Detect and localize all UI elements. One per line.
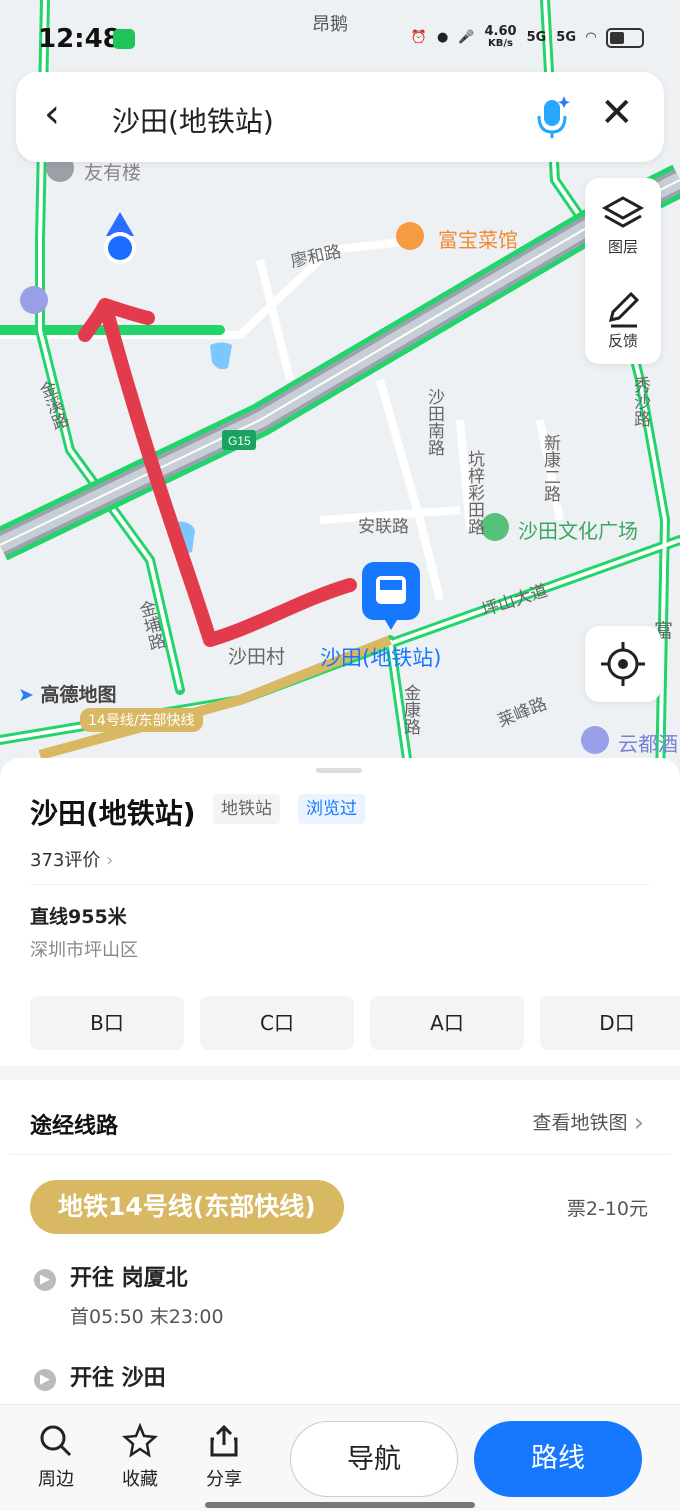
home-indicator[interactable]	[205, 1502, 475, 1508]
nearby-label: 周边	[38, 1469, 74, 1490]
map-label: 沙田南路	[424, 388, 444, 456]
section-title: 途经线路	[30, 1114, 119, 1139]
close-icon[interactable]: ✕	[600, 90, 634, 136]
poi-label-culture-square[interactable]: 沙田文化广场	[518, 515, 638, 544]
service-times: 首05:50 末23:00	[70, 1306, 224, 1328]
map-label: 秀沙路	[630, 376, 650, 427]
signal-icon: 5G	[526, 30, 547, 45]
search-query[interactable]: 沙田(地铁站)	[112, 100, 274, 140]
play-icon: ▶	[34, 1269, 56, 1291]
viewed-tag: 浏览过	[298, 794, 365, 824]
direction-item[interactable]: ▶ 开往 岗厦北	[34, 1260, 188, 1292]
map-tools: 图层 反馈	[585, 178, 661, 364]
signal-icon: 5G	[556, 30, 576, 45]
wechat-icon	[113, 29, 135, 49]
metro-map-link[interactable]: 查看地铁图 ›	[533, 1108, 644, 1138]
location-icon: ●	[436, 30, 449, 45]
feedback-label: 反馈	[607, 332, 638, 350]
search-icon	[40, 1425, 72, 1457]
type-tag: 地铁站	[213, 794, 280, 824]
map-label: 坑梓彩田路	[464, 450, 484, 535]
route-button[interactable]: 路线	[474, 1421, 642, 1497]
layers-button[interactable]: 图层	[585, 192, 661, 257]
divider	[30, 884, 650, 885]
direction-item[interactable]: ▶ 开往 沙田	[34, 1360, 166, 1392]
share-button[interactable]: 分享	[196, 1423, 252, 1491]
battery-icon	[606, 27, 644, 48]
favorite-label: 收藏	[122, 1469, 158, 1490]
status-bar: 12:48 昂鹅 ⏰ ● 🎤 4.60 KB/s 5G 5G ◠	[0, 0, 680, 70]
map-top-label: 昂鹅	[312, 14, 348, 35]
exit-button[interactable]: D口	[540, 996, 680, 1050]
star-icon	[122, 1423, 158, 1458]
chevron-right-icon: ›	[106, 850, 114, 871]
layers-label: 图层	[607, 238, 638, 256]
layers-icon	[601, 196, 645, 228]
nearby-button[interactable]: 周边	[28, 1423, 84, 1491]
rating-link[interactable]: 373评价 ›	[30, 846, 113, 872]
metro-line-badge[interactable]: 地铁14号线(东部快线)	[30, 1180, 344, 1234]
map-label: 友有楼	[84, 162, 142, 184]
alarm-icon: ⏰	[410, 30, 427, 45]
status-icons: ⏰ ● 🎤 4.60 KB/s 5G 5G ◠	[410, 24, 644, 49]
amap-logo: ➤ 高德地图	[18, 684, 117, 706]
net-speed: 4.60 KB/s	[484, 24, 517, 49]
logo-arrow-icon: ➤	[18, 684, 34, 706]
exit-button[interactable]: C口	[200, 996, 354, 1050]
station-label[interactable]: 沙田(地铁站)	[320, 642, 441, 672]
sheet-handle[interactable]	[316, 768, 362, 773]
distance: 直线955米	[30, 906, 127, 928]
play-icon: ▶	[34, 1369, 56, 1391]
locate-button[interactable]	[585, 626, 661, 702]
place-title: 沙田(地铁站)	[30, 797, 196, 830]
map-label: 金康路	[400, 684, 420, 735]
map-label: 沙田村	[228, 646, 286, 668]
map-label: 新康二路	[540, 434, 560, 502]
feedback-button[interactable]: 反馈	[585, 286, 661, 351]
back-icon[interactable]: ‹	[44, 94, 60, 134]
share-label: 分享	[206, 1469, 242, 1490]
status-time: 12:48	[38, 24, 121, 54]
chevron-right-icon: ›	[633, 1108, 644, 1138]
exit-button[interactable]: A口	[370, 996, 524, 1050]
wifi-icon: ◠	[586, 30, 596, 45]
fare: 票2-10元	[566, 1198, 648, 1220]
place-detail-sheet[interactable]: 沙田(地铁站) 地铁站 浏览过 373评价 › 直线955米 深圳市坪山区 B口…	[0, 758, 680, 1511]
bottom-action-bar: 周边 收藏 分享 导航 路线	[0, 1404, 680, 1511]
metro-line-tag: 14号线/东部快线	[80, 708, 203, 732]
search-bar[interactable]: ‹ 沙田(地铁站) ✕	[16, 72, 664, 162]
mic-status-icon: 🎤	[458, 30, 475, 45]
favorite-button[interactable]: 收藏	[112, 1423, 168, 1491]
navigate-button[interactable]: 导航	[290, 1421, 458, 1497]
pencil-icon	[608, 291, 640, 328]
poi-label-fubao[interactable]: 富宝菜馆	[438, 224, 518, 253]
district: 深圳市坪山区	[30, 940, 138, 961]
map-label: 安联路	[358, 517, 409, 537]
divider	[10, 1154, 670, 1155]
voice-icon[interactable]	[534, 94, 570, 140]
exit-button[interactable]: B口	[30, 996, 184, 1050]
share-icon	[210, 1424, 238, 1457]
poi-label-hotel[interactable]: 云都酒	[618, 728, 678, 757]
svg-text:G15: G15	[228, 434, 251, 448]
crosshair-icon	[601, 642, 645, 686]
section-gap	[0, 1066, 680, 1080]
